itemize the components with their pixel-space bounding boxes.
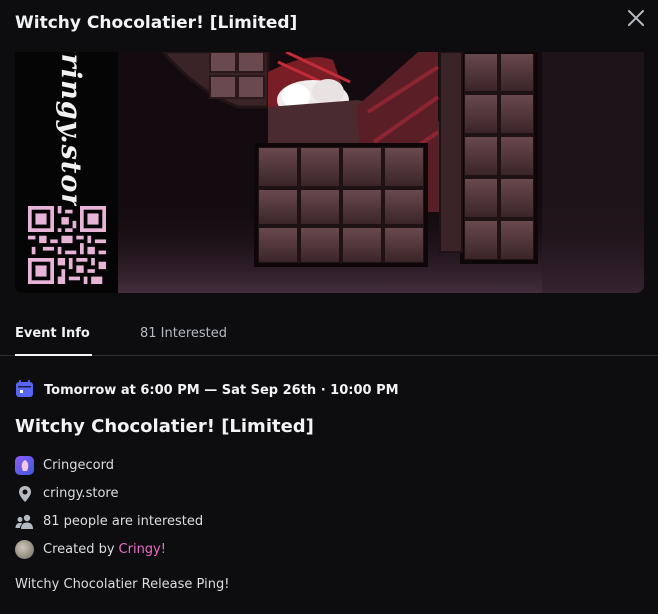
server-name: Cringecord xyxy=(43,458,114,473)
close-icon[interactable] xyxy=(624,6,648,30)
interested-row: 81 people are interested xyxy=(15,512,203,531)
creator-avatar xyxy=(15,540,34,559)
location-text: cringy.store xyxy=(43,486,119,501)
modal-title: Witchy Chocolatier! [Limited] xyxy=(15,13,298,33)
chocolate-gloves-artwork xyxy=(118,52,644,293)
people-icon xyxy=(15,512,34,531)
location-row: cringy.store xyxy=(15,484,118,503)
event-description: Witchy Chocolatier Release Ping! xyxy=(15,577,230,592)
created-by-label: Created by xyxy=(43,542,115,557)
event-time: Tomorrow at 6:00 PM — Sat Sep 26th · 10:… xyxy=(15,379,399,402)
event-modal: Witchy Chocolatier! [Limited] cringy.sto… xyxy=(0,0,658,614)
location-pin-icon xyxy=(15,484,34,503)
server-row[interactable]: Cringecord xyxy=(15,456,114,475)
event-tabs: Event Info 81 Interested xyxy=(0,315,658,356)
brand-logo: cringy.store xyxy=(54,52,86,227)
creator-link[interactable]: Cringy! xyxy=(119,542,166,557)
event-title: Witchy Chocolatier! [Limited] xyxy=(15,416,314,437)
tab-event-info[interactable]: Event Info xyxy=(15,326,92,356)
interested-count: 81 people are interested xyxy=(43,514,204,529)
event-time-text: Tomorrow at 6:00 PM — Sat Sep 26th · 10:… xyxy=(44,383,399,398)
brand-panel: cringy.store xyxy=(15,52,118,293)
creator-row: Created by Cringy! xyxy=(15,540,166,559)
server-icon xyxy=(15,456,34,475)
calendar-icon xyxy=(15,379,34,402)
tab-interested[interactable]: 81 Interested xyxy=(140,326,227,341)
qr-code-icon xyxy=(28,206,106,284)
event-banner-image: cringy.store xyxy=(15,52,644,293)
